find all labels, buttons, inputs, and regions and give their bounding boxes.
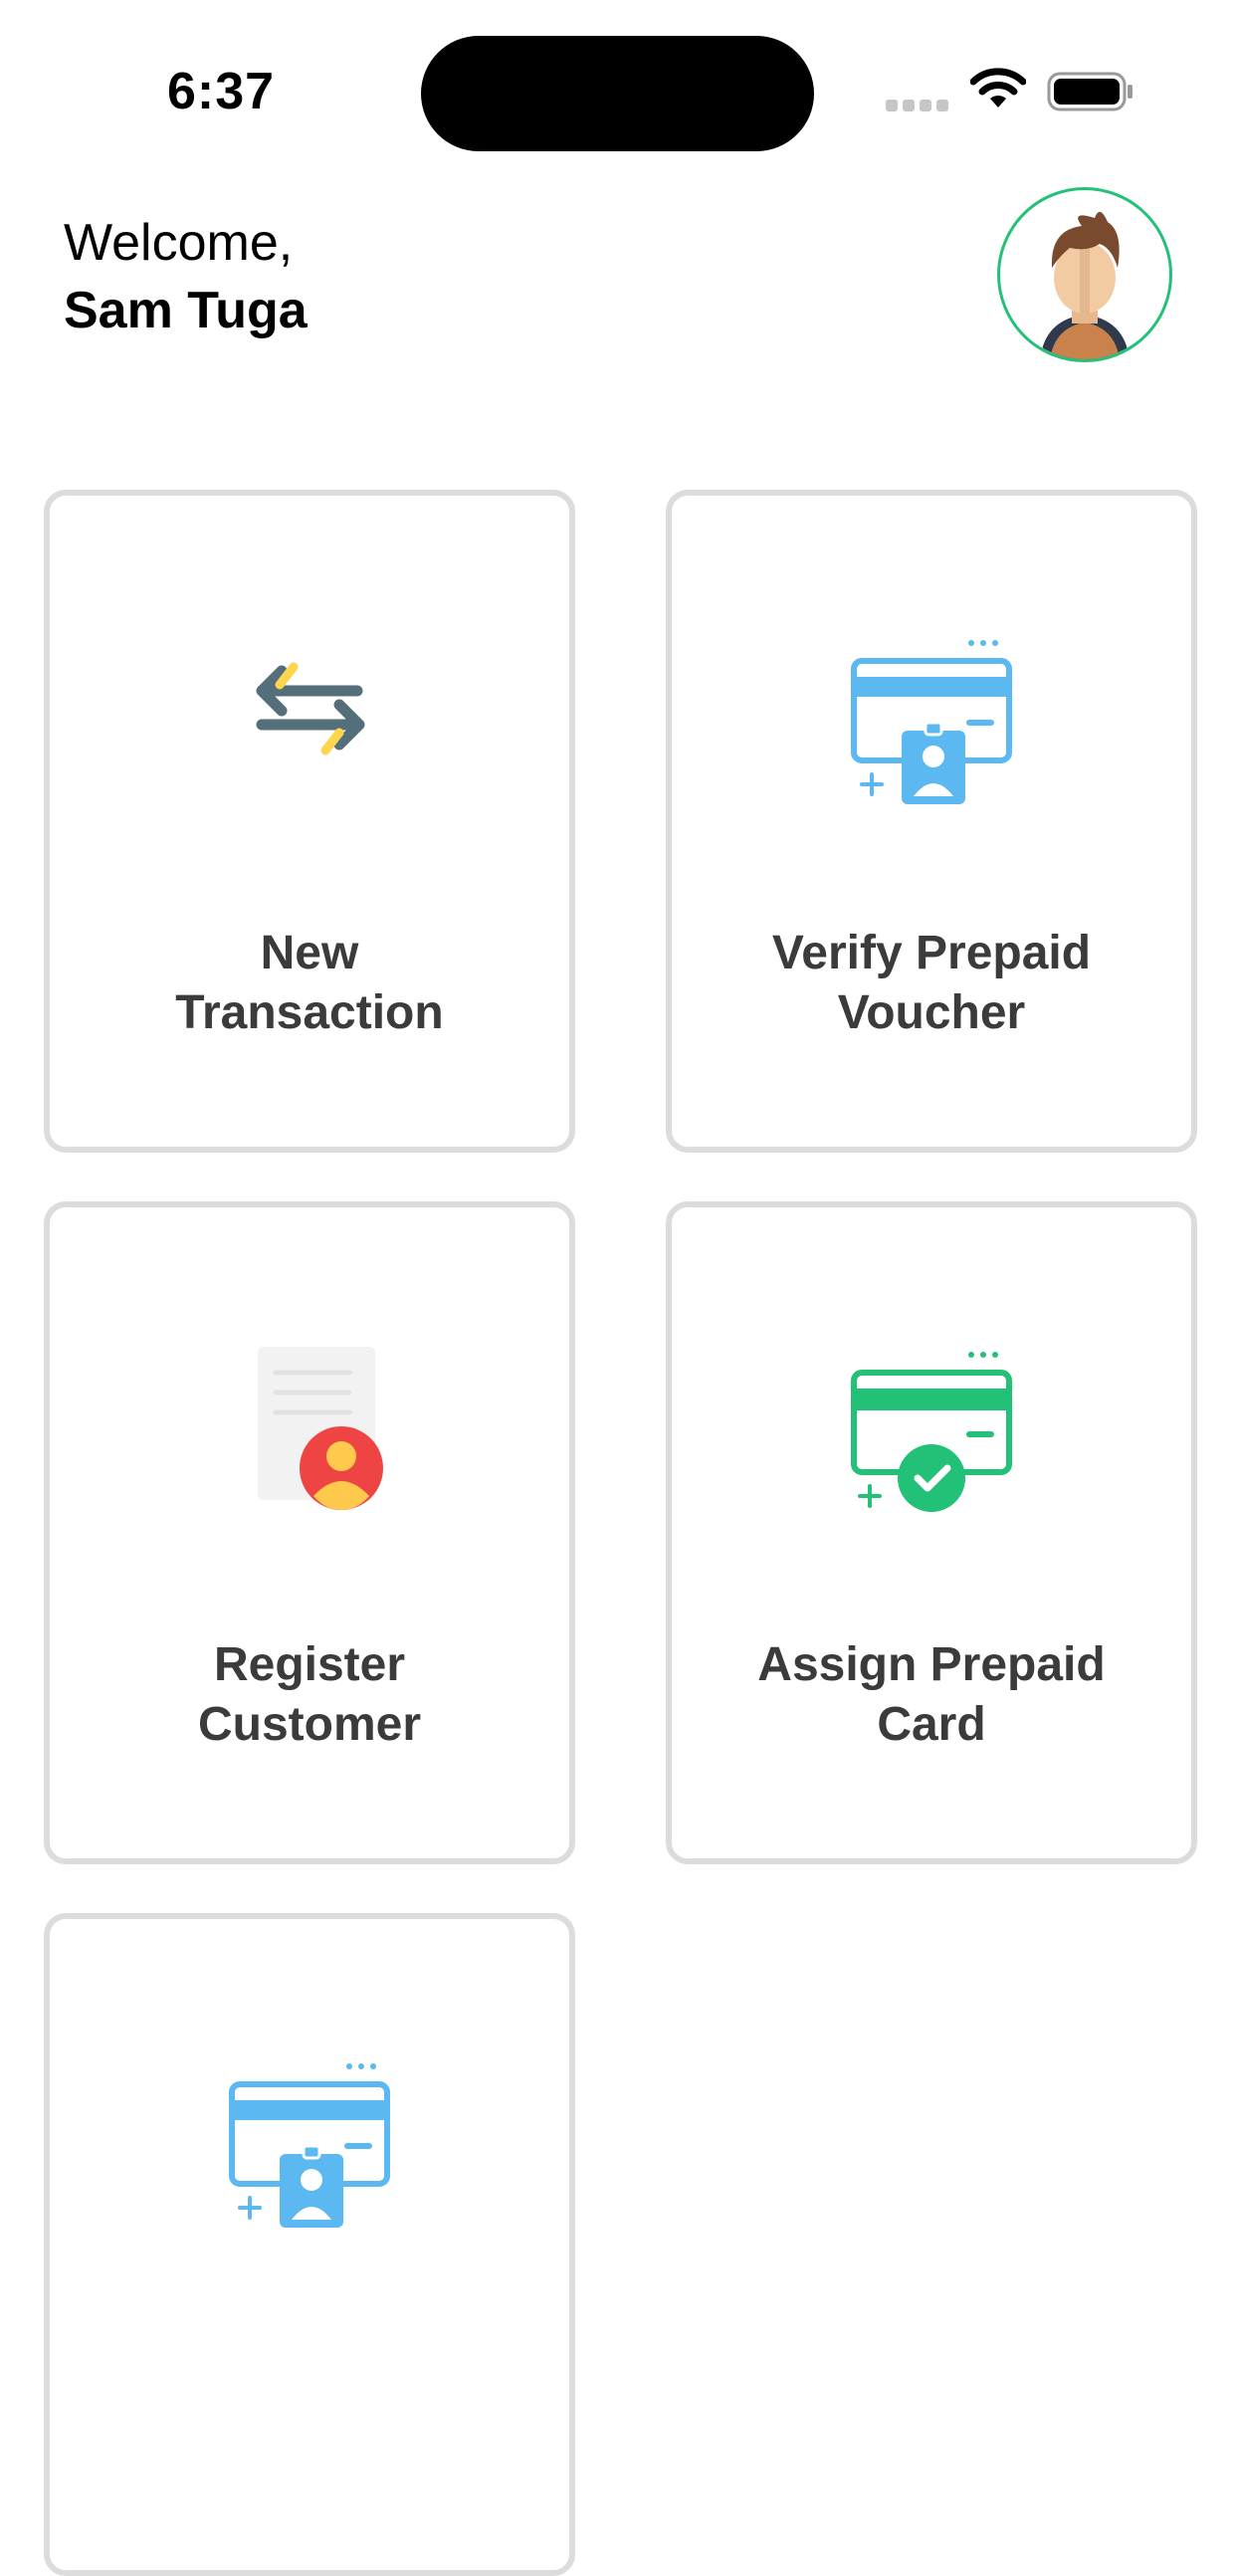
card-label-line: Customer (197, 1698, 422, 1751)
dynamic-island (421, 36, 814, 151)
welcome-heading: Welcome, Sam Tuga (64, 209, 308, 344)
card-label-line: New (260, 927, 359, 979)
user-avatar-icon (1040, 211, 1130, 359)
verify-prepaid-voucher-card[interactable]: Verify Prepaid Voucher (666, 490, 1197, 1153)
assign-prepaid-card-card[interactable]: Assign Prepaid Card (666, 1201, 1197, 1864)
user-name: Sam Tuga (64, 282, 308, 339)
card-label-line: Assign Prepaid (757, 1638, 1106, 1691)
card-label-line: Card (877, 1698, 986, 1751)
card-label: Register Customer (70, 1635, 549, 1755)
battery-icon (1047, 72, 1133, 111)
status-time: 6:37 (167, 63, 276, 120)
prepaid-card-badge-icon (851, 640, 1012, 804)
card-label-line: Transaction (175, 986, 444, 1039)
card-label: Assign Prepaid Card (692, 1635, 1171, 1755)
greeting-text: Welcome, (64, 214, 294, 272)
status-bar: 6:37 (0, 0, 1236, 151)
prepaid-card-badge-icon (229, 2063, 390, 2228)
register-customer-card[interactable]: Register Customer (44, 1201, 575, 1864)
card-label: Verify Prepaid Voucher (692, 924, 1171, 1043)
card-label-line: Register (213, 1638, 406, 1691)
card-label-line: Voucher (837, 986, 1026, 1039)
card-label-line: Verify Prepaid (771, 927, 1092, 979)
exchange-arrows-icon (256, 662, 365, 755)
card-label: New Transaction (70, 924, 549, 1043)
profile-avatar[interactable] (997, 187, 1172, 362)
register-customer-icon (258, 1347, 383, 1510)
card-check-icon (851, 1352, 1012, 1512)
cellular-signal-icon (886, 96, 949, 111)
new-transaction-card[interactable]: New Transaction (44, 490, 575, 1153)
prepaid-card-action-card[interactable] (44, 1913, 575, 2576)
wifi-icon (970, 68, 1026, 107)
